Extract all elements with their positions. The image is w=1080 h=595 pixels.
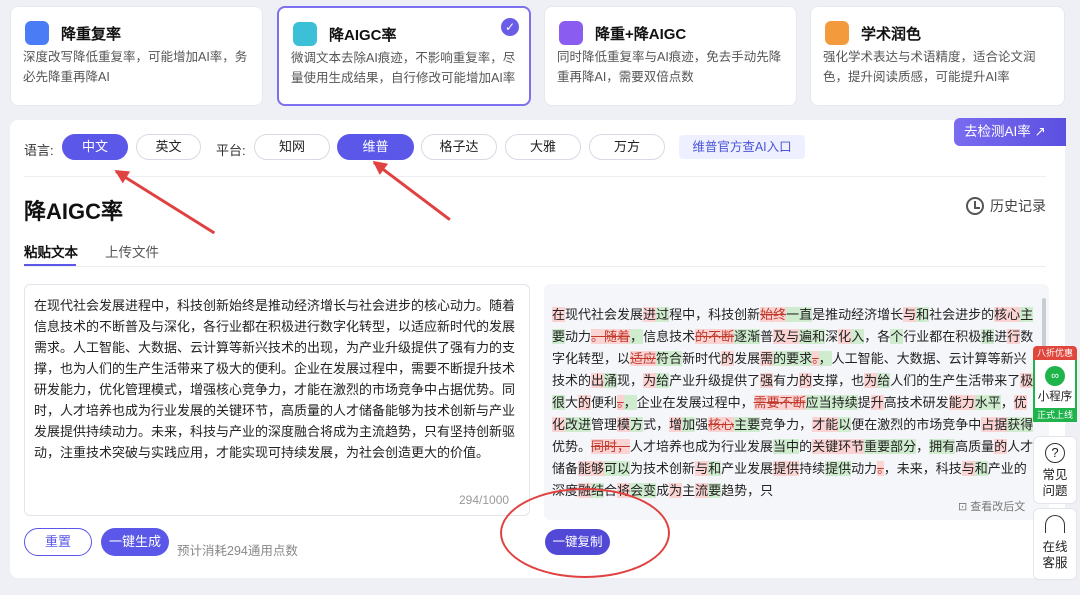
document-icon (25, 21, 49, 45)
document-icon (293, 22, 317, 46)
mode-desc: 微调文本去除AI痕迹，不影响重复率，尽量使用生成结果，自行修改可能增加AI率 (291, 51, 516, 85)
platform-gezida[interactable]: 格子达 (421, 134, 497, 160)
mode-title: 降重复率 (61, 26, 122, 43)
generate-button[interactable]: 一键生成 (101, 528, 169, 556)
lang-chinese[interactable]: 中文 (62, 134, 128, 160)
faq-label: 常见问题 (1042, 468, 1068, 498)
view-changes-toggle[interactable]: ⊡ 查看改后文 (958, 498, 1025, 514)
mini-program-label: 小程序 (1037, 391, 1073, 403)
divider (24, 176, 1046, 177)
tab-upload[interactable]: 上传文件 (105, 241, 159, 261)
headset-icon (1045, 515, 1065, 533)
question-icon: ? (1045, 443, 1065, 463)
mode-card-polish[interactable]: 学术润色 强化学术表达与术语精度，适合论文润色，提升阅读质感，可能提升AI率 (810, 6, 1065, 106)
mode-desc: 同时降低重复率与AI痕迹，免去手动先降重再降AI，需要双倍点数 (557, 50, 782, 84)
official-check-link[interactable]: 维普官方查AI入口 (679, 135, 805, 159)
discount-tag: 八折优惠 (1033, 346, 1077, 360)
history-label: 历史记录 (990, 198, 1046, 214)
char-counter: 294/1000 (459, 493, 510, 507)
document-icon (559, 21, 583, 45)
view-changes-label: 查看改后文 (970, 501, 1026, 513)
copy-button[interactable]: 一键复制 (545, 529, 610, 555)
mini-program-widget[interactable]: 八折优惠 ∞ 小程序 正式上线 (1033, 346, 1077, 422)
platform-daya[interactable]: 大雅 (505, 134, 581, 160)
history-button[interactable]: 历史记录 (966, 196, 1046, 216)
launch-tag: 正式上线 (1033, 408, 1077, 422)
mode-desc: 深度改写降低重复率，可能增加AI率，务必先降重再降AI (23, 50, 248, 84)
reset-button[interactable]: 重置 (24, 528, 92, 556)
link-icon: ∞ (1045, 366, 1065, 386)
lang-english[interactable]: 英文 (136, 134, 201, 160)
mode-title: 学术润色 (861, 26, 922, 43)
mode-title: 降重+降AIGC (595, 26, 687, 43)
check-icon: ✓ (501, 18, 519, 36)
platform-wanfang[interactable]: 万方 (589, 134, 665, 160)
mode-card-combo[interactable]: 降重+降AIGC 同时降低重复率与AI痕迹，免去手动先降重再降AI，需要双倍点数 (544, 6, 797, 106)
clock-icon (966, 197, 984, 215)
cost-text: 预计消耗294通用点数 (177, 544, 298, 558)
faq-button[interactable]: ? 常见问题 (1033, 436, 1077, 504)
customer-service-button[interactable]: 在线客服 (1033, 508, 1077, 580)
platform-cnki[interactable]: 知网 (254, 134, 330, 160)
mode-card-aigc[interactable]: 降AIGC率 微调文本去除AI痕迹，不影响重复率，尽量使用生成结果，自行修改可能… (277, 6, 531, 106)
mode-title: 降AIGC率 (329, 27, 397, 44)
mode-card-dedup[interactable]: 降重复率 深度改写降低重复率，可能增加AI率，务必先降重再降AI (10, 6, 263, 106)
platform-label: 平台: (216, 143, 246, 158)
service-label: 在线客服 (1042, 540, 1068, 570)
input-textarea[interactable]: 在现代社会发展进程中，科技创新始终是推动经济增长与社会进步的核心动力。随着信息技… (24, 284, 530, 516)
language-label: 语言: (24, 143, 54, 158)
document-icon (825, 21, 849, 45)
detect-ai-button[interactable]: 去检测AI率 ↗ (954, 118, 1066, 146)
mode-desc: 强化学术表达与术语精度，适合论文润色，提升阅读质感，可能提升AI率 (823, 50, 1036, 84)
page-title: 降AIGC率 (24, 199, 124, 224)
tab-paste[interactable]: 粘贴文本 (24, 241, 78, 261)
output-panel: 在现代社会发展进过程中，科技创新始终一直是推动经济增长与和社会进步的核心主要动力… (544, 284, 1049, 520)
divider (24, 266, 1046, 267)
